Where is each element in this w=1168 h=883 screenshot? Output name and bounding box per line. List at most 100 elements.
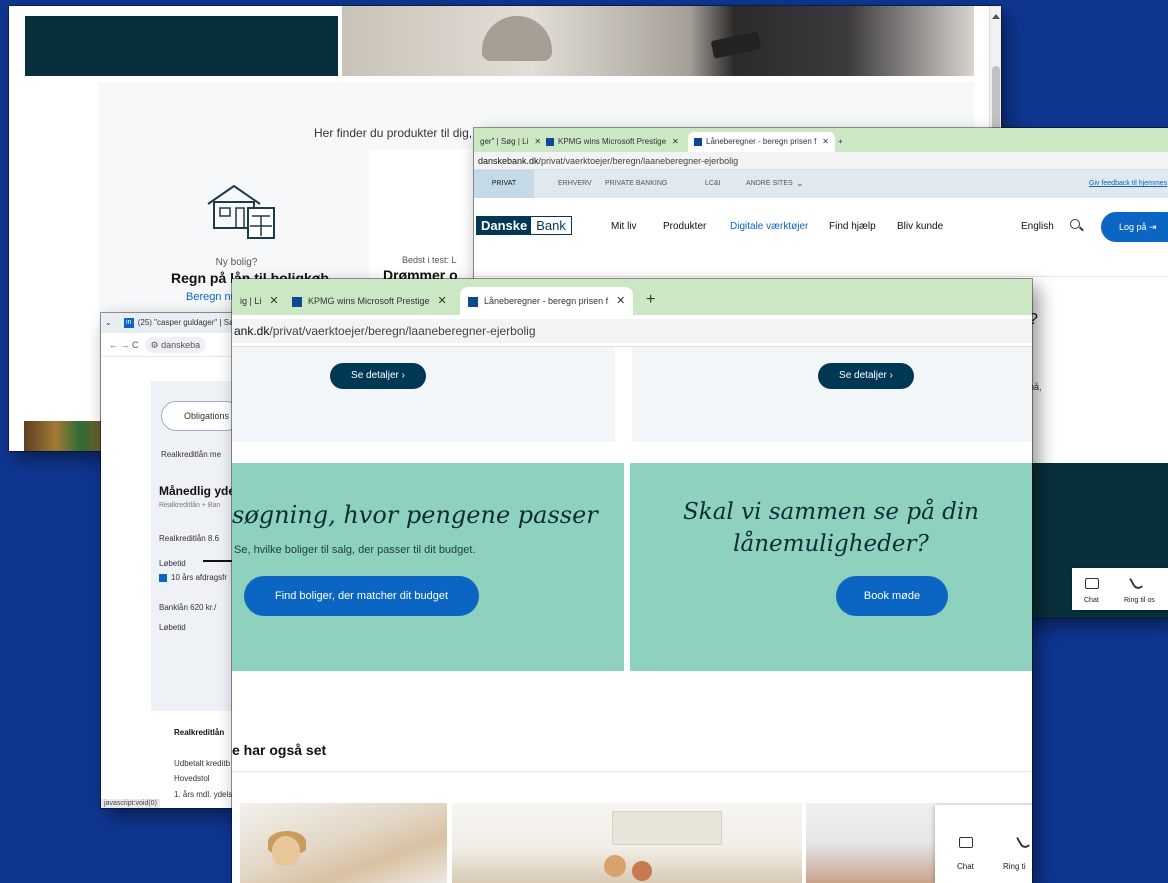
contact-widget: Chat Ring ti bbox=[935, 805, 1032, 883]
chat-label[interactable]: Chat bbox=[1084, 597, 1099, 604]
forward-icon[interactable]: → bbox=[121, 340, 130, 350]
promo-left-heading: søgning, hvor pengene passer bbox=[232, 501, 598, 529]
chat-icon[interactable] bbox=[959, 837, 973, 848]
reload-icon[interactable]: C bbox=[132, 340, 139, 350]
tab-laaneberegner[interactable]: Låneberegner - beregn prisen f ✕ bbox=[688, 132, 835, 152]
tab-bar: ger" | Søg | Li ✕ KPMG wins Microsoft Pre… bbox=[474, 128, 1168, 152]
segment-privat[interactable]: PRIVAT bbox=[474, 170, 534, 198]
tab-kpmg[interactable]: KPMG wins Microsoft Prestige ✕ bbox=[540, 132, 685, 152]
nav-find-hjaelp[interactable]: Find hjælp bbox=[829, 221, 876, 232]
nav-bliv-kunde[interactable]: Bliv kunde bbox=[897, 221, 943, 232]
section-heading: Realkreditlån bbox=[174, 728, 225, 737]
browser-window-left: ⌄ in (25) "casper guldager" | Søg ← → C ⚙ d… bbox=[101, 313, 236, 808]
nav-mit-liv[interactable]: Mit liv bbox=[611, 221, 637, 232]
close-icon[interactable]: ✕ bbox=[616, 295, 625, 307]
divider bbox=[232, 771, 1032, 772]
contact-widget: Chat Ring til os bbox=[1072, 568, 1168, 610]
term2-label: Løbetid bbox=[159, 623, 186, 632]
phone-icon[interactable] bbox=[1129, 574, 1143, 592]
loan2-label: Banklån 620 kr./ bbox=[159, 603, 217, 612]
book-meeting-button[interactable]: Book møde bbox=[836, 576, 948, 616]
row-label: 1. års mdl. ydels bbox=[174, 790, 233, 799]
search-icon[interactable] bbox=[1070, 219, 1080, 229]
favicon-icon bbox=[694, 137, 702, 146]
hero-photo bbox=[342, 6, 974, 76]
also-seen-heading: e har også set bbox=[232, 742, 327, 758]
promo-right-heading-2: lånemuligheder? bbox=[733, 531, 929, 557]
browser-window-front: ig | Li ✕ KPMG wins Microsoft Prestige ✕ L… bbox=[232, 279, 1032, 883]
tab-laaneberegner[interactable]: Låneberegner - beregn prisen f ✕ bbox=[460, 287, 634, 315]
promo-right-heading-1: Skal vi sammen se på din bbox=[683, 499, 979, 525]
details-button-left[interactable]: Se detaljer › bbox=[330, 363, 426, 389]
new-tab-button[interactable]: + bbox=[832, 132, 849, 152]
main-nav: Danske Bank Mit liv Produkter Digitale væ… bbox=[474, 198, 1168, 254]
linkedin-icon: in bbox=[123, 317, 134, 328]
house-calculator-icon bbox=[204, 180, 284, 245]
article-image-2[interactable] bbox=[452, 803, 802, 883]
loan1-label: Realkreditlån 8.6 bbox=[159, 534, 220, 543]
language-link[interactable]: English bbox=[1021, 221, 1054, 232]
back-icon[interactable]: ← bbox=[109, 340, 118, 350]
call-label[interactable]: Ring til os bbox=[1124, 597, 1155, 604]
promo-left-subtext: Se, hvilke boliger til salg, der passer … bbox=[234, 544, 476, 556]
tab-bar: ig | Li ✕ KPMG wins Microsoft Prestige ✕ L… bbox=[232, 279, 1032, 315]
card-eyebrow: Ny bolig? bbox=[215, 257, 258, 268]
danske-bank-logo[interactable]: Danske Bank bbox=[476, 216, 572, 235]
site-info-icon[interactable]: ⚙ bbox=[151, 340, 159, 350]
row-label: Udbetalt kreditb bbox=[174, 759, 231, 768]
promo-right bbox=[630, 463, 1032, 671]
segment-erhverv[interactable]: ERHVERV bbox=[558, 180, 592, 187]
address-bar[interactable]: ank.dk/privat/vaerktoejer/beregn/laanebe… bbox=[232, 315, 1032, 347]
favicon-icon bbox=[546, 137, 554, 146]
article-image-1[interactable] bbox=[240, 803, 447, 883]
phone-icon[interactable] bbox=[1016, 833, 1030, 851]
promo-left bbox=[232, 463, 624, 671]
chat-icon[interactable] bbox=[1085, 578, 1099, 589]
divider bbox=[474, 276, 1168, 277]
product-box-right bbox=[632, 347, 1032, 442]
status-bar: javascript:void(0) bbox=[101, 799, 160, 808]
tab-linkedin[interactable]: ger" | Søg | Li ✕ bbox=[474, 132, 547, 152]
term1-label: Løbetid bbox=[159, 559, 186, 568]
tab-linkedin[interactable]: ig | Li ✕ bbox=[232, 287, 287, 315]
close-icon[interactable]: ✕ bbox=[822, 137, 829, 146]
details-button-right[interactable]: Se detaljer › bbox=[818, 363, 914, 389]
tab-dropdown-icon[interactable]: ⌄ bbox=[105, 318, 112, 327]
row-label: Hovedstol bbox=[174, 774, 210, 783]
chat-label[interactable]: Chat bbox=[957, 862, 974, 871]
favicon-icon bbox=[292, 296, 302, 307]
loan-type-toggle[interactable]: Obligations bbox=[161, 401, 236, 431]
login-button[interactable]: Log på ⇥ bbox=[1101, 212, 1168, 242]
segment-nav: PRIVAT ERHVERV PRIVATE BANKING LC&I ANDR… bbox=[474, 170, 1168, 198]
segment-andre-sites[interactable]: ANDRE SITES bbox=[746, 180, 793, 187]
feedback-link[interactable]: Giv feedback til hjemmes bbox=[1089, 180, 1167, 187]
interest-only-checkbox[interactable]: 10 års afdragsfr bbox=[159, 573, 227, 582]
monthly-heading: Månedlig yde bbox=[159, 484, 236, 498]
address-bar[interactable]: ← → C ⚙ danskeba bbox=[101, 333, 236, 357]
close-icon[interactable]: ✕ bbox=[438, 295, 447, 307]
tab-bar: ⌄ in (25) "casper guldager" | Søg bbox=[101, 313, 236, 333]
intro-text: Her finder du produkter til dig, famil bbox=[314, 126, 501, 140]
address-bar[interactable]: danskebank.dk/privat/vaerktoejer/beregn/… bbox=[474, 152, 1168, 170]
close-icon[interactable]: ✕ bbox=[672, 137, 679, 146]
find-homes-button[interactable]: Find boliger, der matcher dit budget bbox=[244, 576, 479, 616]
monthly-subtitle: Realkreditlån + Ban bbox=[159, 502, 221, 509]
scroll-up-icon[interactable] bbox=[992, 14, 1000, 19]
nav-produkter[interactable]: Produkter bbox=[663, 221, 706, 232]
card2-eyebrow: Bedst i test: L bbox=[402, 255, 457, 265]
segment-private-banking[interactable]: PRIVATE BANKING bbox=[605, 180, 667, 187]
chevron-down-icon[interactable]: ⌄ bbox=[796, 178, 804, 189]
favicon-icon bbox=[468, 296, 478, 307]
loan-line: Realkreditlån me bbox=[161, 450, 222, 459]
nav-digitale-vaerktoejer[interactable]: Digitale værktøjer bbox=[730, 221, 808, 232]
close-icon[interactable]: ✕ bbox=[269, 295, 278, 307]
thumbnail-strip bbox=[24, 421, 104, 451]
hero-dark-panel bbox=[25, 16, 338, 76]
segment-lci[interactable]: LC&I bbox=[705, 180, 721, 187]
new-tab-button[interactable]: + bbox=[646, 287, 655, 313]
product-box-left bbox=[232, 347, 615, 442]
checkbox-icon[interactable] bbox=[159, 573, 167, 582]
call-label[interactable]: Ring ti bbox=[1003, 862, 1026, 871]
calculate-link[interactable]: Beregn nu bbox=[186, 291, 237, 303]
tab-kpmg[interactable]: KPMG wins Microsoft Prestige ✕ bbox=[284, 287, 455, 315]
